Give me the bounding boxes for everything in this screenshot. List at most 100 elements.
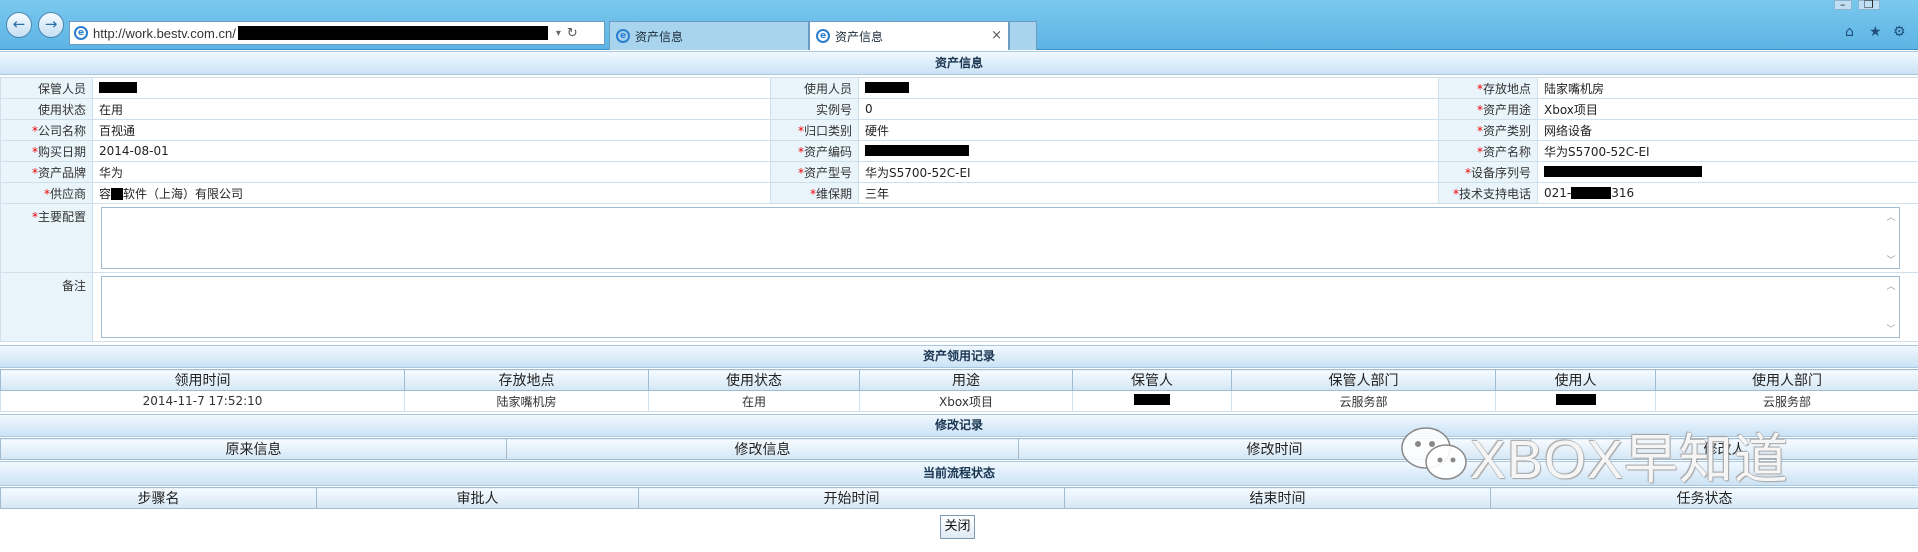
star-icon[interactable]: ★ <box>1869 24 1882 40</box>
field-label: *存放地点 <box>1438 77 1538 99</box>
table-cell <box>1072 390 1232 412</box>
scroll-up-icon[interactable]: ︿ <box>1886 210 1896 223</box>
field-value: 百视通 <box>92 119 771 141</box>
field-label: 保管人员 <box>0 77 93 99</box>
field-value: 硬件 <box>858 119 1439 141</box>
usage-records-header: 资产领用记录 <box>0 345 1918 368</box>
forward-button[interactable]: → <box>38 12 64 38</box>
watermark-text: XBOX早知道 <box>1470 429 1790 490</box>
field-label: *资产名称 <box>1438 140 1538 162</box>
tab-asset-info-1[interactable]: e 资产信息 <box>609 21 809 50</box>
minimize-icon[interactable]: – <box>1834 0 1852 10</box>
field-label: *资产型号 <box>770 161 859 183</box>
restore-icon[interactable]: ❐ <box>1858 0 1880 10</box>
refresh-icon[interactable]: ↻ <box>567 26 578 41</box>
redaction <box>1134 394 1170 405</box>
remarks-label: 备注 <box>0 272 93 342</box>
wechat-icon <box>1401 427 1467 480</box>
field-label: *维保期 <box>770 182 859 204</box>
column-header[interactable]: 审批人 <box>316 487 639 509</box>
column-header[interactable]: 步骤名 <box>0 487 317 509</box>
field-value: 华为 <box>92 161 771 183</box>
field-value: 021- 316 <box>1537 182 1918 204</box>
column-header[interactable]: 领用时间 <box>0 369 405 391</box>
column-header[interactable]: 用途 <box>859 369 1073 391</box>
redaction <box>111 187 124 200</box>
ie-logo-icon: e <box>816 29 830 43</box>
table-row[interactable]: 2014-11-7 17:52:10 陆家嘴机房 在用 Xbox项目 云服务部 云服务部 <box>0 390 1918 412</box>
field-label: *设备序列号 <box>1438 161 1538 183</box>
field-value: 华为S5700-52C-EI <box>858 161 1439 183</box>
field-label: *公司名称 <box>0 119 93 141</box>
table-cell: 云服务部 <box>1655 390 1918 412</box>
remarks-textarea[interactable]: ︿ ﹀ <box>101 276 1900 338</box>
field-label: *资产品牌 <box>0 161 93 183</box>
asset-form: 保管人员 使用人员 *存放地点 陆家嘴机房 使用状态 在用 实例号 0 *资产用途 Xbox项目 *… <box>0 77 1918 342</box>
address-text: http://work.bestv.com.cn/ <box>93 25 236 41</box>
scroll-up-icon[interactable]: ︿ <box>1886 279 1896 292</box>
table-cell <box>1495 390 1656 412</box>
redaction <box>865 145 969 156</box>
redaction <box>99 82 137 93</box>
redaction <box>1571 187 1612 199</box>
back-button[interactable]: ← <box>6 12 32 38</box>
browser-chrome: ← → e http://work.bestv.com.cn/ ▾ ↻ e 资产… <box>0 0 1918 50</box>
table-cell: 在用 <box>648 390 860 412</box>
field-label: *资产编码 <box>770 140 859 162</box>
column-header[interactable]: 使用人 <box>1495 369 1656 391</box>
column-header[interactable]: 保管人 <box>1072 369 1232 391</box>
column-header[interactable]: 使用人部门 <box>1655 369 1918 391</box>
field-value: 0 <box>858 98 1439 120</box>
address-bar[interactable]: e http://work.bestv.com.cn/ ▾ ↻ <box>69 21 605 45</box>
table-cell: 云服务部 <box>1231 390 1496 412</box>
redaction <box>1555 394 1596 405</box>
field-label: *技术支持电话 <box>1438 182 1538 204</box>
tab-asset-info-2[interactable]: e 资产信息 × <box>809 21 1009 50</box>
table-cell: 2014-11-7 17:52:10 <box>0 390 405 412</box>
field-label: *购买日期 <box>0 140 93 162</box>
field-value: 容软件（上海）有限公司 <box>92 182 771 204</box>
dropdown-icon[interactable]: ▾ <box>556 28 561 39</box>
column-header[interactable]: 使用状态 <box>648 369 860 391</box>
ie-logo-icon: e <box>616 29 630 43</box>
field-label: 使用人员 <box>770 77 859 99</box>
new-tab-button[interactable] <box>1009 21 1037 50</box>
forward-icon: → <box>44 15 58 33</box>
column-header[interactable]: 修改信息 <box>506 438 1019 460</box>
scroll-down-icon[interactable]: ﹀ <box>1886 322 1896 335</box>
field-value: 三年 <box>858 182 1439 204</box>
field-label: 使用状态 <box>0 98 93 120</box>
field-value <box>1537 161 1918 183</box>
close-tab-icon[interactable]: × <box>991 28 1002 43</box>
column-header[interactable]: 原来信息 <box>0 438 507 460</box>
column-header[interactable]: 存放地点 <box>404 369 649 391</box>
field-value: 华为S5700-52C-EI <box>1537 140 1918 162</box>
field-value <box>858 77 1439 99</box>
scroll-down-icon[interactable]: ﹀ <box>1886 253 1896 266</box>
redaction <box>237 26 548 40</box>
field-label: *归口类别 <box>770 119 859 141</box>
gear-icon[interactable]: ⚙ <box>1893 24 1906 40</box>
back-icon: ← <box>12 15 26 33</box>
column-header[interactable]: 保管人部门 <box>1231 369 1496 391</box>
field-value: 2014-08-01 <box>92 140 771 162</box>
field-value: 陆家嘴机房 <box>1537 77 1918 99</box>
field-label: *供应商 <box>0 182 93 204</box>
redaction <box>865 82 909 93</box>
table-cell: Xbox项目 <box>859 390 1073 412</box>
home-icon[interactable]: ⌂ <box>1845 24 1854 40</box>
main-config-textarea[interactable]: ︿ ﹀ <box>101 207 1900 269</box>
field-value: 网络设备 <box>1537 119 1918 141</box>
field-value <box>92 77 771 99</box>
table-cell: 陆家嘴机房 <box>404 390 649 412</box>
ie-logo-icon: e <box>74 26 88 40</box>
close-button[interactable]: 关闭 <box>940 515 975 539</box>
watermark: XBOX早知道 <box>1398 414 1789 494</box>
tab-label: 资产信息 <box>835 29 884 44</box>
field-value: Xbox项目 <box>1537 98 1918 120</box>
main-config-label: *主要配置 <box>0 203 93 273</box>
field-value <box>858 140 1439 162</box>
column-header[interactable]: 开始时间 <box>638 487 1065 509</box>
field-label: 实例号 <box>770 98 859 120</box>
field-value: 在用 <box>92 98 771 120</box>
